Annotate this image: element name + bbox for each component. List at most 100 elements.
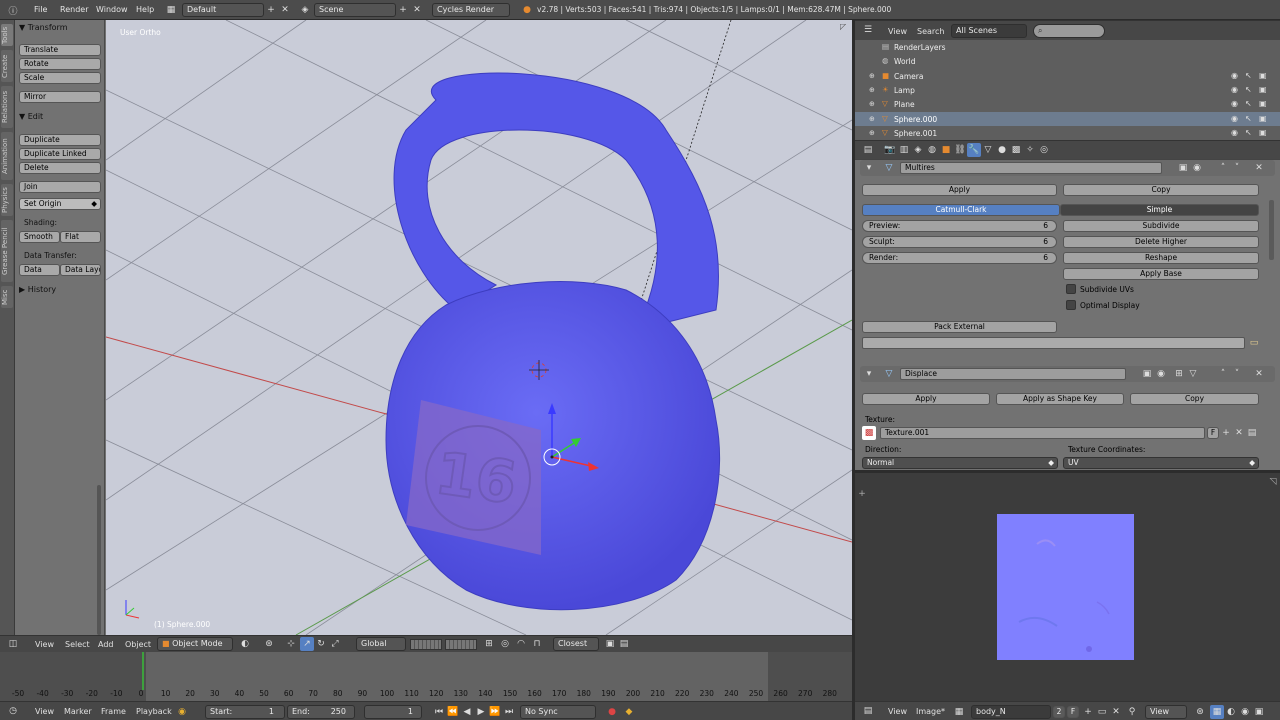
displace-apply-button[interactable]: Apply (862, 393, 990, 405)
outliner-item-name[interactable]: Camera (894, 72, 923, 81)
editor-type-icon[interactable]: ▤ (861, 143, 875, 157)
menu-view[interactable]: View (35, 640, 54, 649)
edit-panel-header[interactable]: ▼ Edit (19, 112, 43, 121)
rotate-button[interactable]: Rotate (19, 58, 101, 70)
renderability-icon[interactable]: ▣ (1259, 114, 1267, 123)
scene-field[interactable]: Scene (314, 3, 396, 17)
translate-manipulator-icon[interactable]: ↗ (300, 637, 314, 651)
expand-icon[interactable]: ⊕ (869, 72, 875, 80)
new-texture-icon[interactable]: + (1219, 426, 1233, 440)
data-layout-button[interactable]: Data Layo (60, 264, 101, 276)
reshape-button[interactable]: Reshape (1063, 252, 1259, 264)
outliner-item-name[interactable]: Sphere.000 (894, 115, 937, 124)
open-image-icon[interactable]: ▭ (1095, 705, 1109, 719)
outliner-search-input[interactable]: ⌕ (1033, 24, 1105, 38)
texture-coordinates-select[interactable]: UV ◆ (1063, 457, 1259, 469)
outliner-row[interactable]: ⊕ ▽ Sphere.001 ◉ ↖ ▣ (855, 126, 1280, 140)
new-image-icon[interactable]: + (1081, 705, 1095, 719)
duplicate-linked-button[interactable]: Duplicate Linked (19, 148, 101, 160)
collapse-icon[interactable]: ▾ (862, 161, 876, 175)
physics-tab-icon[interactable]: ◎ (1037, 143, 1051, 157)
end-frame-field[interactable]: End: 250 (287, 705, 355, 719)
mode-select[interactable]: ■ Object Mode (157, 637, 233, 651)
menu-marker[interactable]: Marker (64, 707, 92, 716)
preview-levels-field[interactable]: Preview: 6 (862, 220, 1057, 232)
optimal-display-checkbox[interactable] (1066, 300, 1076, 310)
close-layout-icon[interactable]: ✕ (278, 3, 292, 17)
outliner-item-name[interactable]: RenderLayers (894, 43, 946, 52)
prev-keyframe-icon[interactable]: ⏪ (446, 705, 460, 719)
move-down-icon[interactable]: ˅ (1230, 161, 1244, 175)
data-tab-icon[interactable]: ▽ (981, 143, 995, 157)
object-tab-icon[interactable]: ■ (939, 143, 953, 157)
show-cage-icon[interactable]: ▽ (1186, 367, 1200, 381)
use-preview-range-icon[interactable]: ◉ (175, 705, 189, 719)
displace-copy-button[interactable]: Copy (1130, 393, 1259, 405)
outliner-row[interactable]: ⊕ ☀ Lamp ◉ ↖ ▣ (855, 83, 1280, 97)
subdivide-button[interactable]: Subdivide (1063, 220, 1259, 232)
simple-option[interactable]: Simple (1060, 204, 1259, 216)
mirror-button[interactable]: Mirror (19, 91, 101, 103)
move-up-icon[interactable]: ˄ (1216, 161, 1230, 175)
data-transfer-button[interactable]: Data (19, 264, 60, 276)
viewport-corner-icon[interactable]: ◸ (840, 22, 850, 32)
outliner-row[interactable]: ◍ World (855, 54, 1280, 68)
layer-grid-2[interactable] (445, 639, 477, 650)
show-render-icon[interactable]: ▣ (1140, 367, 1154, 381)
jump-end-icon[interactable]: ⏭ (502, 705, 516, 719)
menu-window[interactable]: Window (96, 5, 128, 14)
current-frame-field[interactable]: 1 (364, 705, 422, 719)
render-slot-icon[interactable]: ◉ (1238, 705, 1252, 719)
add-sidebar-icon[interactable]: + (855, 487, 869, 501)
scale-button[interactable]: Scale (19, 72, 101, 84)
multires-apply-button[interactable]: Apply (862, 184, 1057, 196)
apply-as-shape-key-button[interactable]: Apply as Shape Key (996, 393, 1124, 405)
outliner-item-name[interactable]: World (894, 57, 916, 66)
menu-file[interactable]: File (34, 5, 47, 14)
editor-type-icon[interactable]: ▤ (861, 704, 875, 718)
alpha-channel-icon[interactable]: ◐ (1224, 705, 1238, 719)
menu-view[interactable]: View (888, 27, 907, 36)
join-button[interactable]: Join (19, 181, 101, 193)
menu-render[interactable]: Render (60, 5, 88, 14)
layout-icon[interactable]: ▦ (164, 3, 178, 17)
manipulator-toggle-icon[interactable]: ⊹ (284, 637, 298, 651)
current-frame-marker[interactable] (142, 652, 145, 690)
image-browse-icon[interactable]: ▦ (952, 705, 966, 719)
properties-scrollbar[interactable] (1269, 200, 1274, 260)
fake-user-button[interactable]: F (1207, 427, 1219, 439)
multires-copy-button[interactable]: Copy (1063, 184, 1259, 196)
show-editmode-icon[interactable]: ⊞ (1172, 367, 1186, 381)
texture-tab-icon[interactable]: ▩ (1009, 143, 1023, 157)
close-scene-icon[interactable]: ✕ (410, 3, 424, 17)
render-layers-tab-icon[interactable]: ▥ (897, 143, 911, 157)
renderability-icon[interactable]: ▣ (1259, 128, 1267, 137)
subdivide-uvs-checkbox[interactable] (1066, 284, 1076, 294)
scene-icon[interactable]: ◈ (298, 3, 312, 17)
outliner-item-name[interactable]: Lamp (894, 86, 915, 95)
tab-misc[interactable]: Misc (1, 286, 13, 308)
image-name-field[interactable]: body_N (971, 705, 1051, 719)
tab-animation[interactable]: Animation (1, 132, 13, 180)
scene-tab-icon[interactable]: ◈ (911, 143, 925, 157)
outliner-row[interactable]: ⊕ ▽ Plane ◉ ↖ ▣ (855, 97, 1280, 111)
remove-modifier-icon[interactable]: ✕ (1252, 161, 1266, 175)
material-tab-icon[interactable]: ● (995, 143, 1009, 157)
pin-icon[interactable]: ⚲ (1125, 705, 1139, 719)
tab-physics[interactable]: Physics (1, 184, 13, 216)
transform-panel-header[interactable]: ▼ Transform (19, 23, 68, 32)
play-icon[interactable]: ▶ (474, 705, 488, 719)
expand-icon[interactable]: ⊕ (869, 129, 875, 137)
unlink-image-icon[interactable]: ✕ (1109, 705, 1123, 719)
external-path-field[interactable] (862, 337, 1245, 349)
render-tab-icon[interactable]: 📷 (883, 143, 897, 157)
visibility-icon[interactable]: ◉ (1231, 99, 1238, 108)
render-preview-icon[interactable]: ▣ (603, 637, 617, 651)
image-users-count[interactable]: 2 (1053, 706, 1065, 718)
proportional-edit-icon[interactable]: ◎ (498, 637, 512, 651)
renderability-icon[interactable]: ▣ (1259, 85, 1267, 94)
editor-type-icon[interactable]: ⓘ (6, 3, 20, 17)
image-fake-user-button[interactable]: F (1067, 706, 1079, 718)
timeline[interactable]: -50 -40 -30 -20 -10 0 10 20 30 40 50 60 70 80 90 100 110… (0, 652, 852, 701)
selectability-icon[interactable]: ↖ (1245, 71, 1252, 80)
